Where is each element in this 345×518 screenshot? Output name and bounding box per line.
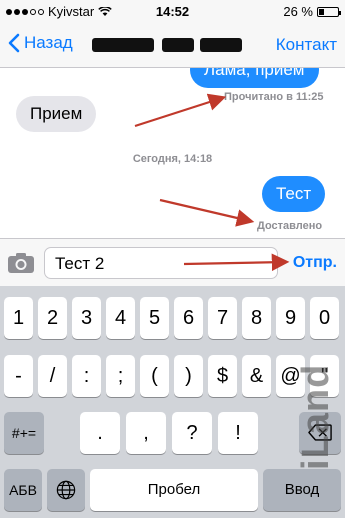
- key-hyphen[interactable]: -: [4, 355, 33, 397]
- status-right: 26 %: [283, 4, 341, 19]
- key-9[interactable]: 9: [276, 297, 305, 339]
- incoming-message-bubble[interactable]: Прием: [16, 96, 97, 132]
- key-8[interactable]: 8: [242, 297, 271, 339]
- compose-bar: Тест 2 Отпр.: [0, 238, 345, 286]
- delivered-status: Доставлено: [257, 220, 323, 232]
- key-slash[interactable]: /: [38, 355, 67, 397]
- key-4[interactable]: 4: [106, 297, 135, 339]
- key-1[interactable]: 1: [4, 297, 33, 339]
- globe-icon: [56, 480, 76, 500]
- key-5[interactable]: 5: [140, 297, 169, 339]
- enter-key[interactable]: Ввод: [263, 469, 341, 511]
- space-key[interactable]: Пробел: [90, 469, 258, 511]
- alphabet-key[interactable]: АБВ: [4, 469, 42, 511]
- key-exclamation[interactable]: !: [218, 412, 258, 454]
- key-dollar[interactable]: $: [208, 355, 237, 397]
- camera-icon[interactable]: [7, 252, 35, 274]
- key-open-paren[interactable]: (: [140, 355, 169, 397]
- contact-name-redacted: [92, 38, 242, 52]
- key-ampersand[interactable]: &: [242, 355, 271, 397]
- key-6[interactable]: 6: [174, 297, 203, 339]
- battery-level: [319, 8, 324, 15]
- message-input[interactable]: Тест 2: [44, 247, 278, 279]
- status-bar: Kyivstar 14:52 26 %: [0, 0, 345, 22]
- key-colon[interactable]: :: [72, 355, 101, 397]
- key-7[interactable]: 7: [208, 297, 237, 339]
- back-button[interactable]: Назад: [8, 33, 73, 53]
- key-2[interactable]: 2: [38, 297, 67, 339]
- watermark-logo: iLand: [295, 363, 337, 470]
- key-period[interactable]: .: [80, 412, 120, 454]
- key-semicolon[interactable]: ;: [106, 355, 135, 397]
- battery-icon: [317, 6, 341, 17]
- chevron-left-icon: [8, 33, 20, 53]
- key-3[interactable]: 3: [72, 297, 101, 339]
- key-question[interactable]: ?: [172, 412, 212, 454]
- keyboard: 1 2 3 4 5 6 7 8 9 0 - / : ; ( ) $ & @ " …: [0, 286, 345, 518]
- nav-bar: Назад Контакт: [0, 22, 345, 68]
- read-receipt: Прочитано в 11:25: [224, 91, 324, 103]
- globe-key[interactable]: [47, 469, 85, 511]
- outgoing-message-bubble[interactable]: Лама, прием: [190, 68, 319, 88]
- battery-percent: 26 %: [283, 4, 313, 19]
- symbols-mode-key[interactable]: #+=: [4, 412, 44, 454]
- key-close-paren[interactable]: ): [174, 355, 203, 397]
- key-comma[interactable]: ,: [126, 412, 166, 454]
- back-label: Назад: [24, 33, 73, 52]
- key-0[interactable]: 0: [310, 297, 339, 339]
- message-timestamp: Сегодня, 14:18: [132, 153, 213, 165]
- message-list: Лама, прием Прочитано в 11:25 Прием Сего…: [0, 68, 345, 238]
- contact-button[interactable]: Контакт: [276, 35, 337, 55]
- outgoing-message-bubble[interactable]: Тест: [262, 176, 326, 212]
- send-button[interactable]: Отпр.: [293, 254, 337, 272]
